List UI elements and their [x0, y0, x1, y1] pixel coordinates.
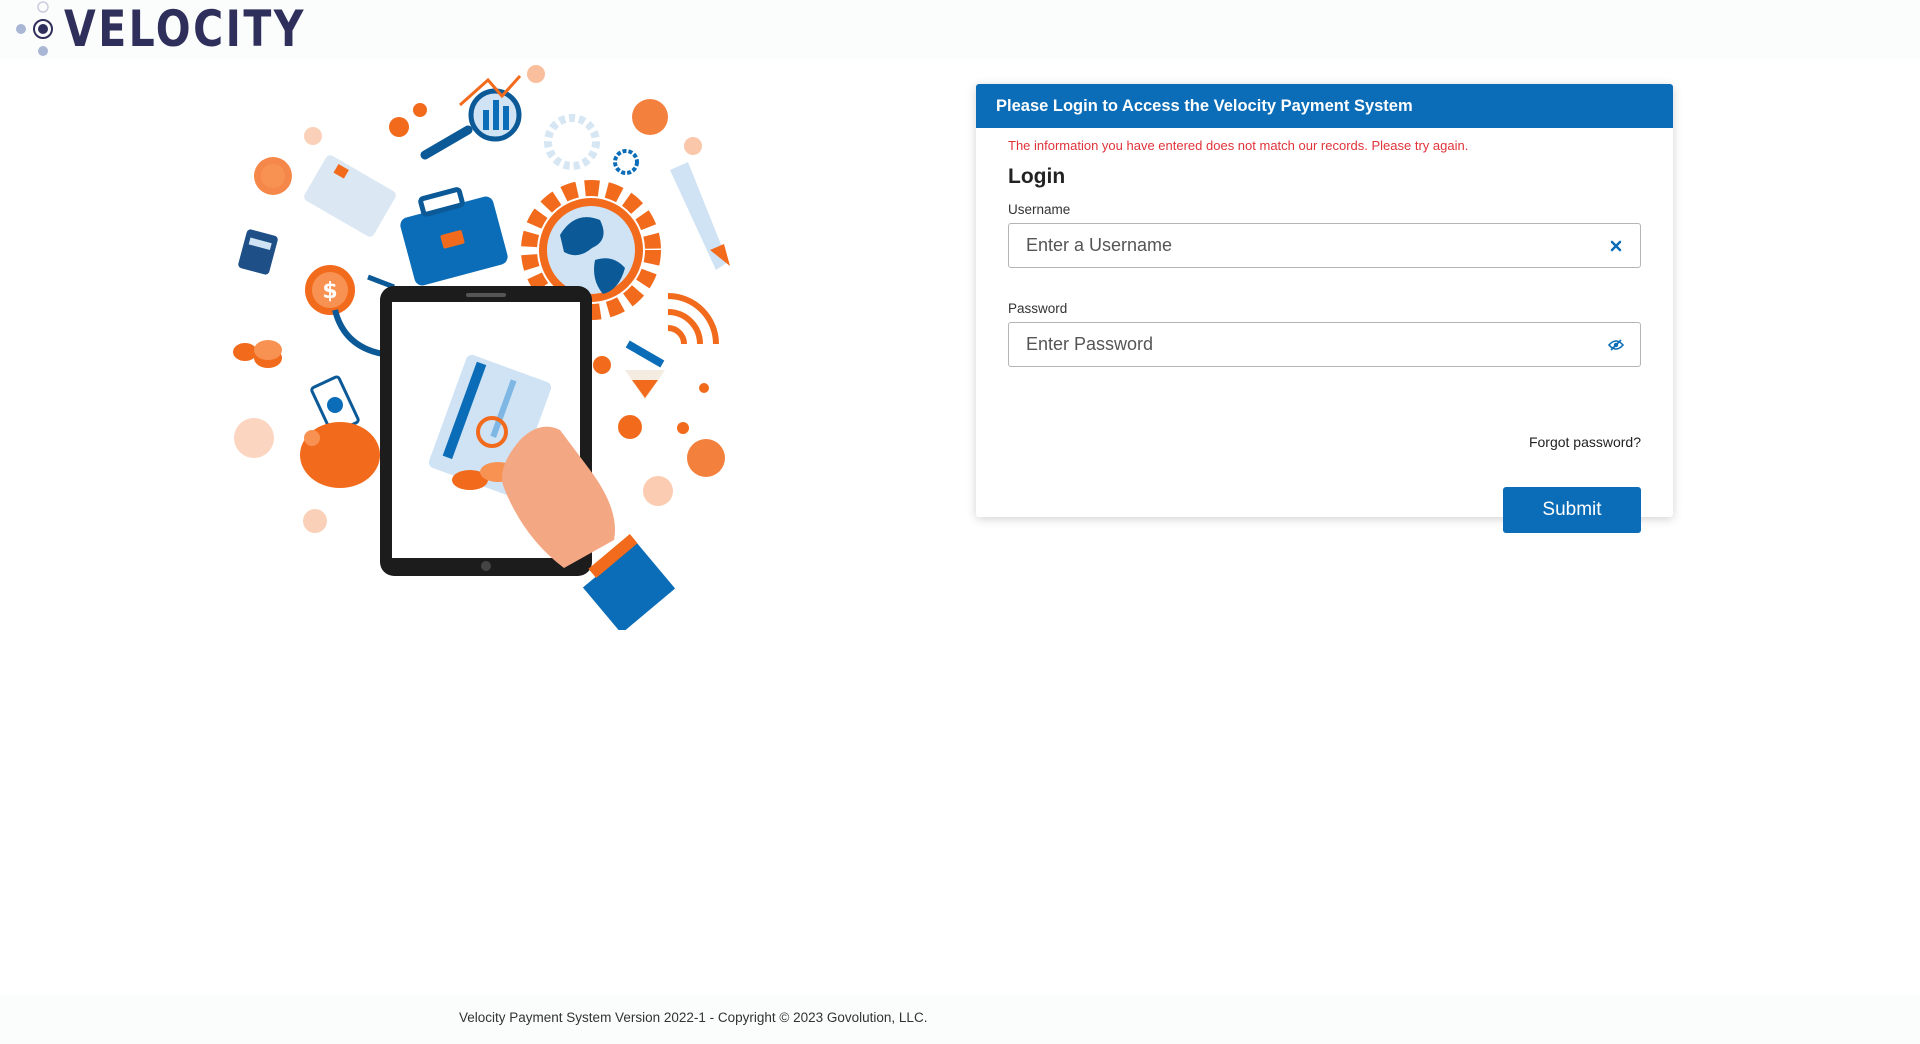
username-label: Username: [1008, 202, 1071, 217]
password-label: Password: [1008, 301, 1068, 316]
clear-icon[interactable]: [1606, 236, 1626, 256]
logo-text: VELOCITY: [64, 0, 306, 58]
username-input[interactable]: [1009, 224, 1569, 267]
svg-text:$: $: [322, 279, 337, 304]
payment-illustration: $: [220, 60, 740, 634]
login-heading: Login: [1008, 165, 1066, 188]
password-field[interactable]: [1008, 322, 1641, 367]
eye-icon[interactable]: [1606, 335, 1626, 355]
login-card: Please Login to Access the Velocity Paym…: [976, 84, 1673, 533]
login-card-title: Please Login to Access the Velocity Paym…: [976, 84, 1673, 128]
footer: Velocity Payment System Version 2022-1 -…: [0, 995, 1920, 1044]
submit-button[interactable]: Submit: [1503, 487, 1641, 533]
username-field[interactable]: [1008, 223, 1641, 268]
error-message: The information you have entered does no…: [1008, 138, 1469, 153]
velocity-logo[interactable]: VELOCITY: [14, 0, 359, 59]
header: VELOCITY: [0, 0, 1920, 59]
logo-mark-icon: [14, 0, 64, 59]
forgot-password-link[interactable]: Forgot password?: [1529, 434, 1641, 450]
password-input[interactable]: [1009, 323, 1569, 366]
footer-copyright: Velocity Payment System Version 2022-1 -…: [459, 1010, 928, 1025]
